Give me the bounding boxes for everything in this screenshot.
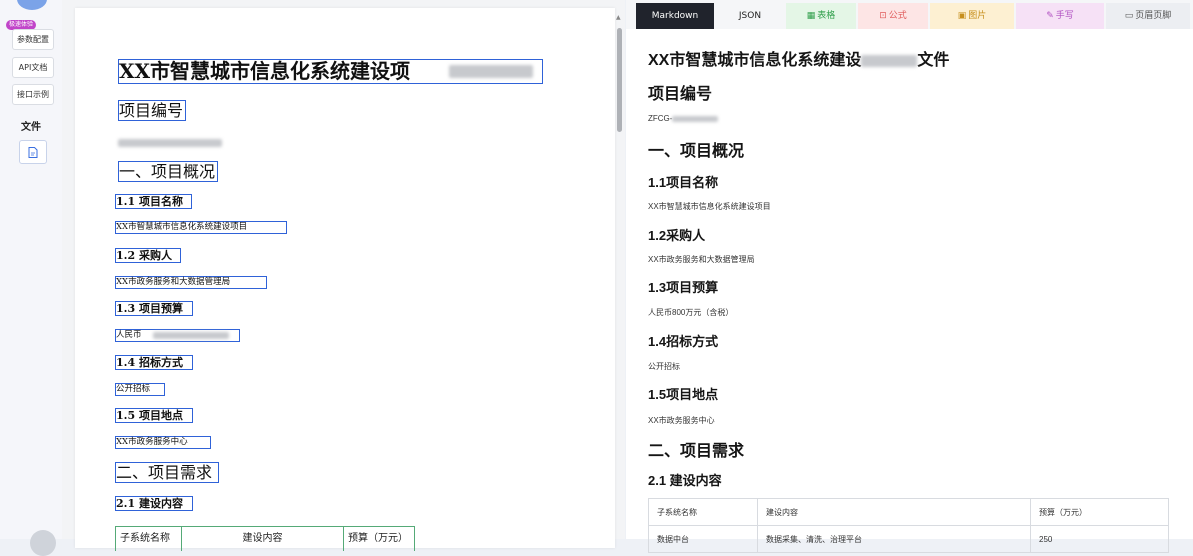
- table-row: 数据中台 数据采集、清洗、治理平台 250: [648, 525, 1169, 553]
- redacted-region: [861, 54, 918, 67]
- table-icon: ▦: [806, 11, 816, 21]
- document-scrollbar[interactable]: [617, 28, 622, 132]
- header-footer-icon: ▭: [1124, 11, 1134, 21]
- output-budget-value: 人民币800万元（含税）: [648, 308, 734, 317]
- output-table: 子系统名称 建设内容 预算（万元） 数据中台 数据采集、清洗、治理平台 250: [648, 498, 1169, 553]
- tab-handwriting[interactable]: ✎ 手写: [1016, 3, 1104, 29]
- output-overview-heading: 一、项目概况: [648, 143, 745, 160]
- doc-table-header-cell: 预算（万元）: [348, 533, 408, 544]
- doc-title-text: XX市智慧城市信息化系统建设项: [119, 59, 411, 83]
- api-docs-button[interactable]: API文档: [12, 57, 54, 78]
- doc-table-header-cell: 子系统名称: [116, 527, 182, 551]
- redacted-project-number: [118, 139, 222, 147]
- file-thumbnail[interactable]: [19, 140, 47, 164]
- table-cell: 数据中台: [648, 525, 758, 553]
- tab-table[interactable]: ▦ 表格: [786, 3, 856, 29]
- output-content-heading: 2.1 建设内容: [648, 473, 722, 488]
- doc-budget-heading[interactable]: 1.3 项目预算: [115, 301, 193, 316]
- output-location-value: XX市政务服务中心: [648, 416, 715, 425]
- tab-json[interactable]: JSON: [716, 3, 784, 29]
- table-header-cell: 预算（万元）: [1030, 498, 1169, 526]
- doc-location-heading[interactable]: 1.5 项目地点: [115, 408, 193, 423]
- output-project-number: ZFCG-: [648, 114, 719, 123]
- tab-formula[interactable]: ⊡ 公式: [858, 3, 928, 29]
- redacted-region: [449, 65, 533, 78]
- user-avatar[interactable]: [30, 530, 56, 556]
- doc-method-heading[interactable]: 1.4 招标方式: [115, 355, 193, 370]
- image-icon: ▣: [957, 11, 967, 21]
- doc-title-block[interactable]: XX市智慧城市信息化系统建设项: [118, 59, 543, 84]
- table-row: 子系统名称 建设内容 预算（万元）: [648, 498, 1169, 526]
- table-cell: 250: [1030, 525, 1169, 553]
- params-config-button[interactable]: 参数配置: [12, 29, 54, 50]
- doc-overview-heading[interactable]: 一、项目概况: [118, 161, 218, 182]
- doc-budget-value: 人民币: [116, 330, 142, 340]
- output-method-heading: 1.4招标方式: [648, 334, 719, 349]
- table-cell: 数据采集、清洗、治理平台: [757, 525, 1031, 553]
- doc-purchaser-value[interactable]: XX市政务服务和大数据管理局: [115, 276, 267, 289]
- tab-header-footer[interactable]: ▭ 页眉页脚: [1106, 3, 1190, 29]
- parse-output-panel: Markdown JSON ▦ 表格 ⊡ 公式 ▣ 图片 ✎ 手写 ▭ 页眉页脚 XX市智…: [626, 0, 1193, 553]
- logo-icon: [17, 0, 47, 10]
- doc-requirements-heading[interactable]: 二、项目需求: [115, 462, 219, 483]
- output-tabs: Markdown JSON ▦ 表格 ⊡ 公式 ▣ 图片 ✎ 手写 ▭ 页眉页脚: [626, 0, 1193, 29]
- table-header-cell: 子系统名称: [648, 498, 758, 526]
- output-location-heading: 1.5项目地点: [648, 387, 719, 402]
- doc-budget-value-block[interactable]: 人民币: [115, 329, 240, 342]
- doc-purchaser-heading[interactable]: 1.2 采购人: [115, 248, 181, 263]
- formula-icon: ⊡: [879, 11, 887, 21]
- output-purchaser-heading: 1.2采购人: [648, 228, 706, 243]
- scroll-up-icon[interactable]: ▲: [616, 14, 621, 21]
- doc-project-number-heading[interactable]: 项目编号: [118, 100, 186, 121]
- document-icon: [28, 146, 38, 158]
- output-requirements-heading: 二、项目需求: [648, 443, 745, 460]
- doc-name-value[interactable]: XX市智慧城市信息化系统建设项目: [115, 221, 287, 234]
- table-header-cell: 建设内容: [757, 498, 1031, 526]
- doc-content-heading[interactable]: 2.1 建设内容: [115, 496, 193, 511]
- sidebar: 极速体验 参数配置 API文档 接口示例 文件: [0, 0, 63, 556]
- document-page: XX市智慧城市信息化系统建设项 项目编号 一、项目概况 1.1 项目名称 XX市…: [75, 8, 615, 551]
- files-section-title: 文件: [21, 122, 41, 133]
- output-name-value: XX市智慧城市信息化系统建设项目: [648, 202, 771, 211]
- output-title: XX市智慧城市信息化系统建设 文件: [648, 52, 950, 69]
- handwriting-icon: ✎: [1046, 11, 1054, 21]
- doc-table-header-cell: 建设内容: [182, 527, 344, 551]
- doc-location-value[interactable]: XX市政务服务中心: [115, 436, 211, 449]
- output-purchaser-value: XX市政务服务和大数据管理局: [648, 255, 755, 264]
- api-example-button[interactable]: 接口示例: [12, 84, 54, 105]
- output-budget-heading: 1.3项目预算: [648, 280, 719, 295]
- redacted-project-number: [672, 115, 719, 122]
- doc-name-heading[interactable]: 1.1 项目名称: [115, 194, 192, 209]
- tab-markdown[interactable]: Markdown: [636, 3, 714, 29]
- output-name-heading: 1.1项目名称: [648, 175, 719, 190]
- tab-image[interactable]: ▣ 图片: [930, 3, 1014, 29]
- output-project-number-heading: 项目编号: [648, 86, 713, 103]
- output-method-value: 公开招标: [648, 362, 680, 371]
- redacted-budget: [153, 332, 229, 339]
- doc-method-value[interactable]: 公开招标: [115, 383, 165, 396]
